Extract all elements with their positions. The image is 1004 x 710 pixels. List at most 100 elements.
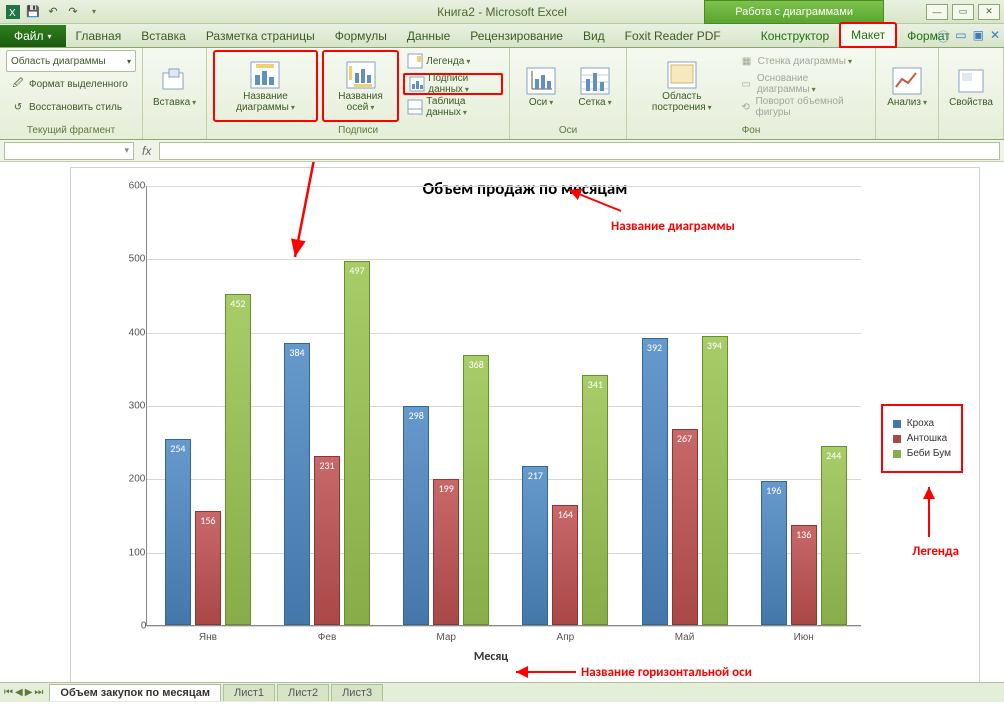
plot-area-icon (666, 59, 698, 91)
analysis-button[interactable]: Анализ (882, 50, 932, 122)
ribbon-group-background: Область построения ▦ Стенка диаграммы ▭ … (627, 48, 876, 139)
chart-bar[interactable]: 254 (165, 439, 191, 625)
sheet-nav-last-icon[interactable]: ⏭ (34, 687, 43, 698)
qat-customize-icon[interactable] (84, 3, 102, 21)
reset-style-button[interactable]: ↺ Восстановить стиль (6, 96, 136, 118)
legend-button[interactable]: Легенда (403, 50, 503, 72)
restore-button[interactable]: ▭ (952, 4, 974, 20)
rotation-3d-button: ⟲ Поворот объемной фигуры (735, 96, 870, 118)
ribbon-tabs: Файл▾ Главная Вставка Разметка страницы … (0, 24, 1004, 48)
help-icon[interactable]: ⓘ (937, 28, 949, 45)
name-box[interactable]: ▾ (4, 142, 134, 160)
chart-bar[interactable]: 384 (284, 343, 310, 625)
chart-bar[interactable]: 392 (642, 338, 668, 625)
chart-bar[interactable]: 156 (195, 511, 221, 625)
tab-formulas[interactable]: Формулы (325, 25, 397, 47)
sheet-tab[interactable]: Лист2 (277, 684, 329, 701)
tab-page-layout[interactable]: Разметка страницы (196, 25, 325, 47)
data-label: 196 (762, 484, 786, 497)
y-axis-tick: 100 (129, 547, 146, 558)
chart-bar[interactable]: 267 (672, 429, 698, 625)
chart-bar[interactable]: 217 (522, 466, 548, 625)
tab-view[interactable]: Вид (573, 25, 615, 47)
legend-label: Антошка (907, 433, 947, 444)
gridlines-button[interactable]: Сетка (570, 50, 620, 122)
ribbon-group-analysis: Анализ (876, 48, 939, 139)
window-title: Книга2 - Microsoft Excel (437, 5, 567, 19)
formula-input[interactable] (159, 142, 1000, 160)
close-button[interactable]: ✕ (978, 4, 1000, 20)
data-label: 267 (673, 432, 697, 445)
chart-bar[interactable]: 341 (582, 375, 608, 625)
sheet-nav-prev-icon[interactable]: ◀ (15, 687, 23, 698)
plot-area-button[interactable]: Область построения (633, 50, 731, 122)
legend-item[interactable]: Кроха (893, 418, 951, 429)
chart-bar[interactable]: 368 (463, 355, 489, 625)
rotation-3d-icon: ⟲ (739, 99, 753, 115)
excel-icon[interactable]: X (4, 3, 22, 21)
data-labels-button[interactable]: Подписи данных (403, 73, 503, 95)
sheet-tab-active[interactable]: Объем закупок по месяцам (49, 684, 221, 701)
fx-icon[interactable]: fx (134, 144, 159, 158)
x-axis-tick: Май (675, 632, 695, 643)
axes-button[interactable]: Оси (516, 50, 566, 122)
tab-design[interactable]: Конструктор (751, 25, 839, 47)
legend-item[interactable]: Беби Бум (893, 448, 951, 459)
sheet-nav-first-icon[interactable]: ⏮ (4, 687, 13, 698)
redo-icon[interactable]: ↷ (64, 3, 82, 21)
properties-icon (955, 65, 987, 97)
data-table-button-label: Таблица данных (426, 96, 499, 118)
chart-bar[interactable]: 164 (552, 505, 578, 625)
plot-area[interactable]: 0100200300400500600254156452Янв384231497… (111, 176, 871, 666)
sheet-tab[interactable]: Лист1 (223, 684, 275, 701)
chart-bar[interactable]: 394 (702, 336, 728, 625)
format-selection-button[interactable]: 🖉 Формат выделенного (6, 73, 136, 95)
tab-foxit[interactable]: Foxit Reader PDF (615, 25, 731, 47)
tab-review[interactable]: Рецензирование (460, 25, 573, 47)
save-icon[interactable]: 💾 (24, 3, 42, 21)
tab-layout[interactable]: Макет (839, 22, 897, 48)
data-table-button[interactable]: Таблица данных (403, 96, 503, 118)
file-tab[interactable]: Файл▾ (0, 25, 66, 47)
formula-bar: ▾ fx (0, 140, 1004, 162)
legend-label: Беби Бум (907, 448, 951, 459)
chart-bar[interactable]: 196 (761, 481, 787, 625)
x-axis-tick: Мар (436, 632, 456, 643)
chart-bar[interactable]: 136 (791, 525, 817, 625)
chart-bar[interactable]: 199 (433, 479, 459, 625)
chevron-down-icon: ▾ (127, 57, 131, 66)
format-selection-icon: 🖉 (10, 76, 26, 92)
minimize-button[interactable]: — (926, 4, 948, 20)
chart-bar[interactable]: 244 (821, 446, 847, 625)
chart-bar[interactable]: 298 (403, 406, 429, 625)
undo-icon[interactable]: ↶ (44, 3, 62, 21)
minimize-ribbon-icon[interactable]: ▭ (955, 28, 966, 45)
tab-home[interactable]: Главная (66, 25, 132, 47)
legend-item[interactable]: Антошка (893, 433, 951, 444)
data-table-icon (407, 99, 423, 115)
tab-data[interactable]: Данные (397, 25, 460, 47)
sheet-nav-next-icon[interactable]: ▶ (25, 687, 33, 698)
chart-title-button[interactable]: Название диаграммы (213, 50, 318, 122)
ribbon-group-label: Текущий фрагмент (6, 124, 136, 137)
x-axis-tick: Янв (199, 632, 217, 643)
chart-bar[interactable]: 231 (314, 456, 340, 625)
data-label: 394 (703, 339, 727, 352)
sheet-tab[interactable]: Лист3 (331, 684, 383, 701)
axis-titles-button[interactable]: Названия осей (322, 50, 399, 122)
tab-insert[interactable]: Вставка (131, 25, 196, 47)
chart-bar[interactable]: 452 (225, 294, 251, 625)
chart-element-dropdown[interactable]: Область диаграммы ▾ (6, 50, 136, 72)
data-label: 244 (822, 449, 846, 462)
legend-button-label: Легенда (426, 56, 470, 67)
properties-button[interactable]: Свойства (945, 50, 997, 122)
x-axis-title[interactable]: Месяц (474, 650, 508, 664)
rotation-3d-label: Поворот объемной фигуры (755, 96, 865, 118)
chart-object[interactable]: Объем продаж по месяцам 0100200300400500… (70, 167, 980, 697)
close-workbook-icon[interactable]: ✕ (990, 28, 1000, 45)
chart-legend[interactable]: Кроха Антошка Беби Бум (881, 404, 963, 473)
insert-button[interactable]: Вставка (149, 50, 200, 122)
axes-button-label: Оси (529, 97, 553, 108)
restore-window-icon[interactable]: ▣ (973, 28, 984, 45)
chart-bar[interactable]: 497 (344, 261, 370, 625)
